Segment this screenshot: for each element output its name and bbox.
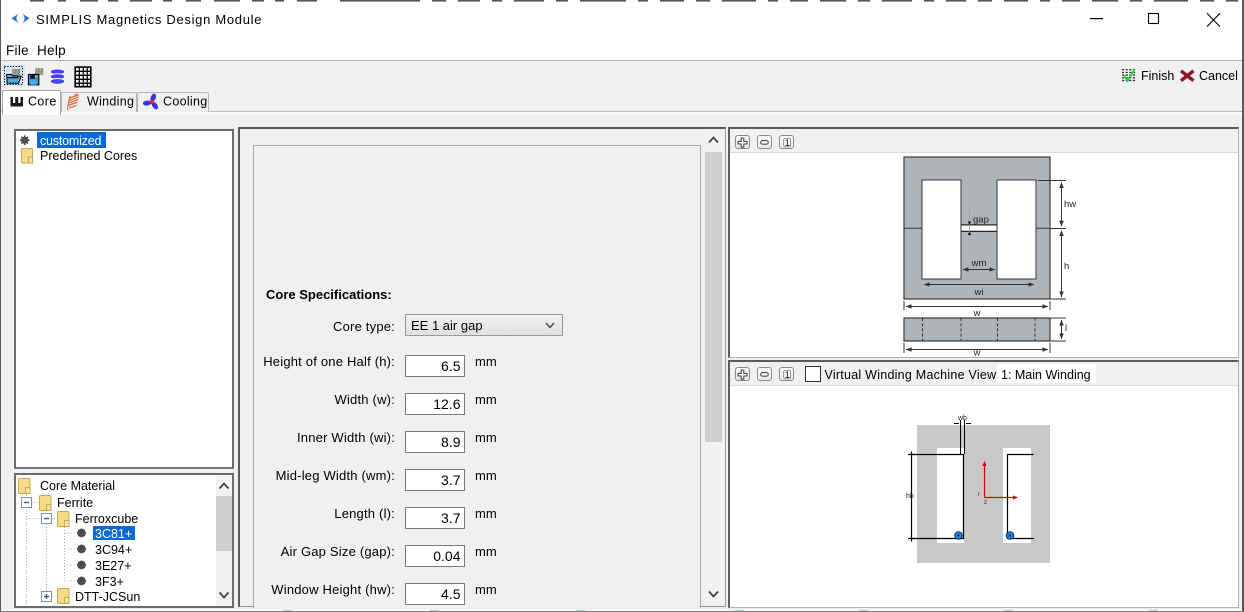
svg-text:Core: Core xyxy=(28,95,57,109)
svg-text:h: h xyxy=(1064,261,1069,272)
svg-text:z: z xyxy=(984,500,987,506)
svg-text:hb: hb xyxy=(906,493,914,500)
svg-text:gap: gap xyxy=(973,215,989,226)
svg-text:wb: wb xyxy=(957,415,967,422)
svg-text:w: w xyxy=(973,308,981,319)
svg-text:1: 1 xyxy=(785,138,790,149)
svg-text:wi: wi xyxy=(974,287,984,298)
svg-text:Winding: Winding xyxy=(87,95,134,109)
svg-text:1: 1 xyxy=(785,370,790,381)
svg-text:l: l xyxy=(1065,323,1067,334)
svg-text:w: w xyxy=(973,348,981,357)
svg-text:hw: hw xyxy=(1064,199,1076,210)
svg-text:Cooling: Cooling xyxy=(163,95,208,109)
svg-text:wm: wm xyxy=(971,258,987,269)
svg-text:r: r xyxy=(978,492,980,498)
